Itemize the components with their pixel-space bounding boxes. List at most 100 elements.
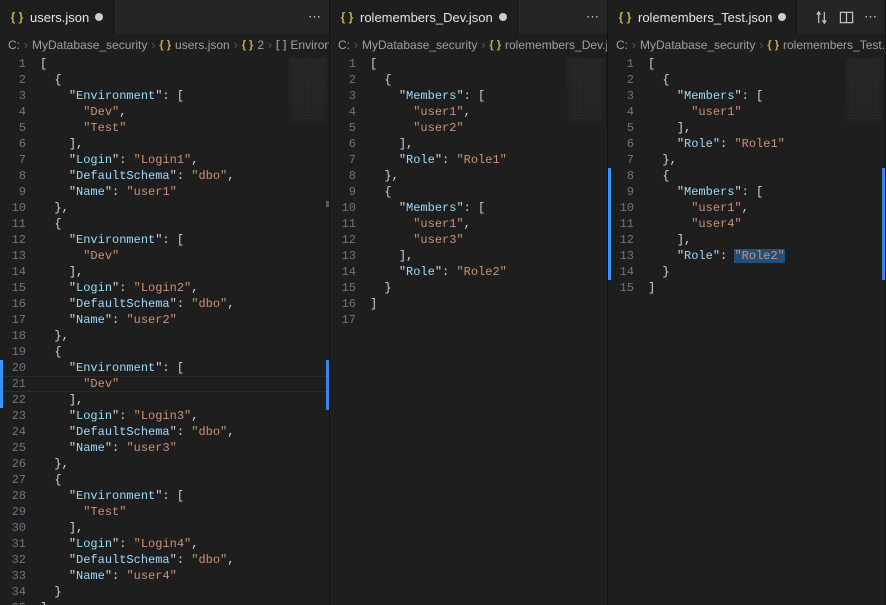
code-line[interactable]: "user1", bbox=[648, 200, 885, 216]
code-line[interactable]: [ bbox=[40, 56, 329, 72]
code-line[interactable]: }, bbox=[370, 168, 607, 184]
breadcrumb-item[interactable]: { }rolemembers_Test.json bbox=[767, 38, 885, 52]
tab-rolemembers-dev[interactable]: { } rolemembers_Dev.json bbox=[330, 0, 518, 34]
code-line[interactable]: "Members": [ bbox=[370, 88, 607, 104]
code-line[interactable]: "Role": "Role1" bbox=[648, 136, 885, 152]
code-line[interactable]: "user1", bbox=[370, 216, 607, 232]
code-line[interactable]: "Login": "Login3", bbox=[40, 408, 329, 424]
code-line[interactable]: "Dev" bbox=[40, 248, 329, 264]
breadcrumb-item[interactable]: MyDatabase_security bbox=[32, 38, 147, 52]
code-line[interactable]: "Role": "Role1" bbox=[370, 152, 607, 168]
code-line[interactable]: { bbox=[40, 72, 329, 88]
code-line[interactable] bbox=[370, 312, 607, 328]
code-line[interactable]: ], bbox=[370, 136, 607, 152]
breadcrumb-item[interactable]: { }rolemembers_Dev.json bbox=[489, 38, 607, 52]
code-line[interactable]: "Test" bbox=[40, 504, 329, 520]
code-line[interactable]: "user3" bbox=[370, 232, 607, 248]
code-line[interactable]: { bbox=[370, 184, 607, 200]
compare-changes-icon[interactable] bbox=[814, 10, 829, 25]
line-number: 17 bbox=[330, 312, 356, 328]
split-editor-icon[interactable] bbox=[839, 10, 854, 25]
code-line[interactable]: "Login": "Login2", bbox=[40, 280, 329, 296]
code-line[interactable]: { bbox=[40, 344, 329, 360]
code-line[interactable]: ] bbox=[648, 280, 885, 296]
code-line[interactable]: "Name": "user1" bbox=[40, 184, 329, 200]
code-line[interactable]: { bbox=[40, 472, 329, 488]
code-line[interactable]: "DefaultSchema": "dbo", bbox=[40, 296, 329, 312]
more-actions-icon[interactable]: ⋯ bbox=[308, 9, 321, 25]
breadcrumbs[interactable]: C: › MyDatabase_security › { }rolemember… bbox=[608, 34, 885, 56]
code-editor[interactable]: 1234567891011121314151617181920212223242… bbox=[0, 56, 329, 605]
code-line[interactable]: ], bbox=[40, 392, 329, 408]
code-line[interactable]: ], bbox=[40, 136, 329, 152]
breadcrumb-item[interactable]: C: bbox=[616, 38, 628, 52]
tab-users-json[interactable]: { } users.json bbox=[0, 0, 114, 34]
breadcrumb-item[interactable]: MyDatabase_security bbox=[640, 38, 755, 52]
breadcrumb-item[interactable]: { }2 bbox=[242, 38, 264, 52]
code-line[interactable]: } bbox=[370, 280, 607, 296]
code-line[interactable]: { bbox=[648, 72, 885, 88]
code-line[interactable]: "Environment": [ bbox=[40, 488, 329, 504]
code-line[interactable]: }, bbox=[40, 200, 329, 216]
code-line[interactable]: "user4" bbox=[648, 216, 885, 232]
code-line[interactable]: } bbox=[648, 264, 885, 280]
code-line[interactable]: "Environment": [ bbox=[40, 88, 329, 104]
code-line[interactable]: ], bbox=[40, 264, 329, 280]
code-line[interactable]: "user2" bbox=[370, 120, 607, 136]
code-content[interactable]: [ { "Members": [ "user1", "user2" ], "Ro… bbox=[370, 56, 607, 605]
breadcrumb-item[interactable]: MyDatabase_security bbox=[362, 38, 477, 52]
code-line[interactable]: "Dev" bbox=[40, 376, 329, 392]
code-line[interactable]: [ bbox=[370, 56, 607, 72]
code-line[interactable]: "Login": "Login4", bbox=[40, 536, 329, 552]
code-line[interactable]: "Login": "Login1", bbox=[40, 152, 329, 168]
code-line[interactable]: [ bbox=[648, 56, 885, 72]
overview-ruler-mark bbox=[326, 201, 329, 207]
code-line[interactable]: ], bbox=[648, 120, 885, 136]
code-line[interactable]: "Test" bbox=[40, 120, 329, 136]
code-content[interactable]: [ { "Environment": [ "Dev", "Test" ], "L… bbox=[40, 56, 329, 605]
code-line[interactable]: "Role": "Role2" bbox=[370, 264, 607, 280]
code-line[interactable]: ] bbox=[40, 600, 329, 605]
code-content[interactable]: [ { "Members": [ "user1" ], "Role": "Rol… bbox=[648, 56, 885, 605]
code-line[interactable]: "user1", bbox=[370, 104, 607, 120]
code-line[interactable]: ], bbox=[40, 520, 329, 536]
code-line[interactable]: }, bbox=[648, 152, 885, 168]
code-line[interactable]: "DefaultSchema": "dbo", bbox=[40, 424, 329, 440]
code-line[interactable]: "Members": [ bbox=[370, 200, 607, 216]
breadcrumbs[interactable]: C: › MyDatabase_security › { }rolemember… bbox=[330, 34, 607, 56]
code-line[interactable]: "Environment": [ bbox=[40, 232, 329, 248]
code-line[interactable]: ] bbox=[370, 296, 607, 312]
tab-bar: { } rolemembers_Test.json ⋯ bbox=[608, 0, 885, 34]
code-line[interactable]: { bbox=[40, 216, 329, 232]
code-line[interactable]: "Members": [ bbox=[648, 88, 885, 104]
code-line[interactable]: { bbox=[370, 72, 607, 88]
code-line[interactable]: }, bbox=[40, 456, 329, 472]
code-line[interactable]: "Name": "user2" bbox=[40, 312, 329, 328]
breadcrumb-item[interactable]: C: bbox=[338, 38, 350, 52]
code-line[interactable]: "Role": "Role2" bbox=[648, 248, 885, 264]
code-line[interactable]: "DefaultSchema": "dbo", bbox=[40, 552, 329, 568]
code-line[interactable]: "DefaultSchema": "dbo", bbox=[40, 168, 329, 184]
breadcrumb-item[interactable]: { }users.json bbox=[159, 38, 229, 52]
code-line[interactable]: "user1" bbox=[648, 104, 885, 120]
breadcrumb-item[interactable]: [ ]Environment bbox=[276, 38, 329, 52]
code-line[interactable]: { bbox=[648, 168, 885, 184]
code-editor[interactable]: 1234567891011121314151617 [ { "Members":… bbox=[330, 56, 607, 605]
code-line[interactable]: "Environment": [ bbox=[40, 360, 329, 376]
breadcrumbs[interactable]: C: › MyDatabase_security › { }users.json… bbox=[0, 34, 329, 56]
line-number: 33 bbox=[0, 568, 26, 584]
code-line[interactable]: ], bbox=[370, 248, 607, 264]
tab-rolemembers-test[interactable]: { } rolemembers_Test.json bbox=[608, 0, 797, 34]
line-number: 30 bbox=[0, 520, 26, 536]
code-line[interactable]: ], bbox=[648, 232, 885, 248]
code-line[interactable]: "Dev", bbox=[40, 104, 329, 120]
code-line[interactable]: "Name": "user3" bbox=[40, 440, 329, 456]
code-line[interactable]: "Name": "user4" bbox=[40, 568, 329, 584]
code-editor[interactable]: 123456789101112131415 [ { "Members": [ "… bbox=[608, 56, 885, 605]
more-actions-icon[interactable]: ⋯ bbox=[586, 9, 599, 25]
code-line[interactable]: }, bbox=[40, 328, 329, 344]
code-line[interactable]: "Members": [ bbox=[648, 184, 885, 200]
code-line[interactable]: } bbox=[40, 584, 329, 600]
breadcrumb-item[interactable]: C: bbox=[8, 38, 20, 52]
more-actions-icon[interactable]: ⋯ bbox=[864, 9, 877, 25]
